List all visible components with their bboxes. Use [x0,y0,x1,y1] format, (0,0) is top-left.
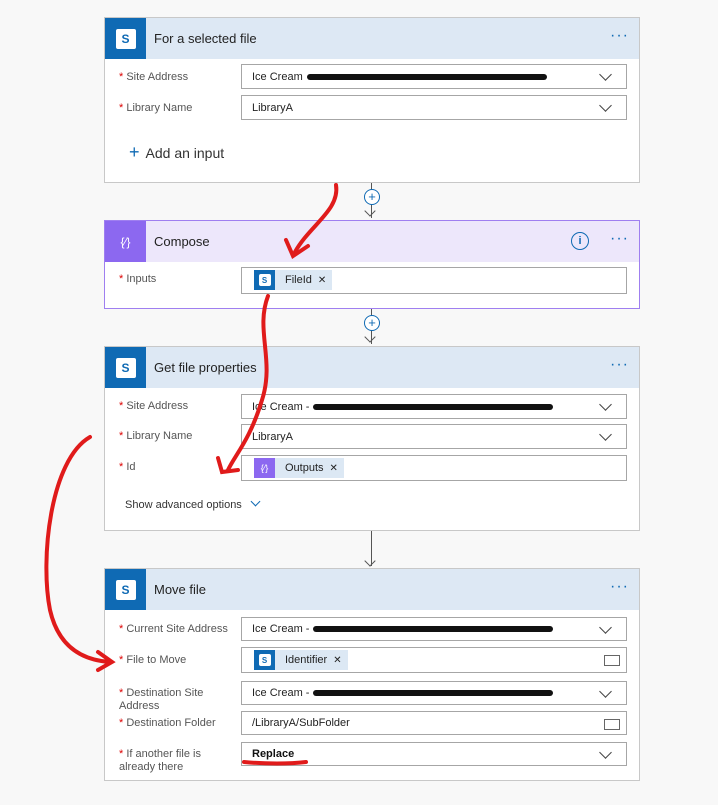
sharepoint-icon: S [105,347,146,388]
get-file-properties-card: S Get file properties ··· * Site Address… [104,346,640,531]
library-name-label: * Library Name [119,430,193,442]
plus-icon: + [129,142,140,162]
id-field[interactable]: {⁄} Outputs ✕ [241,455,627,481]
sharepoint-icon: S [105,569,146,610]
redacted-url [313,403,554,410]
redacted-url [313,690,554,696]
folder-icon[interactable] [604,719,620,730]
chevron-down-icon [599,428,612,441]
redacted-url [313,626,554,632]
chevron-down-icon [599,68,612,81]
sharepoint-icon: S [254,270,275,290]
site-address-label: * Site Address [119,71,189,83]
card-title: Get file properties [154,360,257,375]
card-title: Compose [154,234,210,249]
card-header[interactable]: {⁄} Compose i ··· [105,221,639,262]
more-dots-icon[interactable]: ··· [610,356,629,374]
destination-site-dropdown[interactable]: Ice Cream - [241,681,627,705]
current-site-label: * Current Site Address [119,623,228,635]
remove-token-icon[interactable]: ✕ [330,463,338,474]
library-name-dropdown[interactable]: LibraryA [241,424,627,449]
more-dots-icon[interactable]: ··· [610,27,629,45]
id-label: * Id [119,461,136,473]
destination-folder-field[interactable]: /LibraryA/SubFolder [241,711,627,735]
chevron-down-icon [599,746,612,759]
insert-step-button[interactable]: + [364,189,380,205]
destination-folder-label: * Destination Folder [119,717,216,729]
remove-token-icon[interactable]: ✕ [318,275,326,286]
chevron-down-icon [599,99,612,112]
remove-token-icon[interactable]: ✕ [333,655,341,666]
library-name-label: * Library Name [119,102,193,114]
more-dots-icon[interactable]: ··· [610,230,629,248]
destination-site-label: * Destination Site Address [119,687,204,712]
sharepoint-icon: S [254,650,275,670]
chevron-down-icon [599,398,612,411]
file-to-move-label: * File to Move [119,654,187,666]
site-address-label: * Site Address [119,400,189,412]
site-address-dropdown[interactable]: Ice Cream [241,64,627,89]
move-file-card: S Move file ··· * Current Site Address I… [104,568,640,781]
conflict-label: * If another file is already there [119,748,201,773]
card-title: Move file [154,582,207,597]
site-address-dropdown[interactable]: Ice Cream - [241,394,627,419]
token-identifier[interactable]: S Identifier ✕ [254,650,348,670]
insert-step-button[interactable]: + [364,315,380,331]
folder-icon[interactable] [604,655,620,666]
card-header[interactable]: S Get file properties ··· [105,347,639,388]
arrow-down-icon [364,555,376,567]
redacted-url [306,73,547,80]
arrow-down-icon [364,205,376,217]
chevron-down-icon [599,685,612,698]
compose-icon: {⁄} [254,458,275,478]
current-site-dropdown[interactable]: Ice Cream - [241,617,627,641]
chevron-down-icon [599,621,612,634]
conflict-dropdown[interactable]: Replace [241,742,627,766]
token-outputs[interactable]: {⁄} Outputs ✕ [254,458,344,478]
compose-icon: {⁄} [105,221,146,262]
library-name-dropdown[interactable]: LibraryA [241,95,627,120]
show-advanced-options[interactable]: Show advanced options [125,496,261,511]
trigger-card: S For a selected file ··· * Site Address… [104,17,640,183]
sharepoint-icon: S [105,18,146,59]
annotation-arrow-3 [44,435,112,664]
more-dots-icon[interactable]: ··· [610,578,629,596]
inputs-field[interactable]: S FileId ✕ [241,267,627,294]
inputs-label: * Inputs [119,273,157,285]
card-header[interactable]: S Move file ··· [105,569,639,610]
add-input-button[interactable]: + Add an input [129,142,224,163]
card-header[interactable]: S For a selected file ··· [105,18,639,59]
token-fileid[interactable]: S FileId ✕ [254,270,333,290]
arrow-down-icon [364,331,376,343]
compose-card: {⁄} Compose i ··· * Inputs S FileId ✕ [104,220,640,309]
chevron-down-icon [250,496,261,507]
info-icon[interactable]: i [571,232,589,250]
file-to-move-field[interactable]: S Identifier ✕ [241,647,627,673]
card-title: For a selected file [154,31,257,46]
